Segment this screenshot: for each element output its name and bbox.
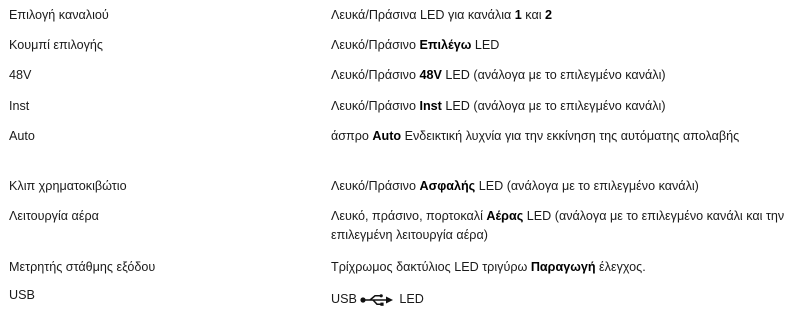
row-description: USB LED <box>331 290 791 312</box>
description-text: Λευκό/Πράσινο <box>331 99 420 113</box>
description-text: Λευκά/Πράσινα LED για κανάλια <box>331 8 515 22</box>
description-text: Τρίχρωμος δακτύλιος LED τριγύρω <box>331 260 531 274</box>
emphasis-text: Επιλέγω <box>419 38 472 52</box>
description-text: LED <box>471 38 500 52</box>
emphasis-text: Auto <box>372 129 402 143</box>
row-description: Λευκό, πράσινο, πορτοκαλί Αέρας LED (ανά… <box>331 207 791 245</box>
description-text: έλεγχος. <box>595 260 646 274</box>
row-description: Λευκό/Πράσινο Inst LED (ανάλογα με το επ… <box>331 97 791 116</box>
row-description: Λευκό/Πράσινο Ασφαλής LED (ανάλογα με το… <box>331 177 791 196</box>
description-text: USB <box>331 292 357 306</box>
row-description: Τρίχρωμος δακτύλιος LED τριγύρω Παραγωγή… <box>331 258 791 277</box>
description-text: και <box>521 8 546 22</box>
description-text: LED <box>395 292 424 306</box>
usb-icon <box>360 293 394 312</box>
description-text: LED (ανάλογα με το επιλεγμένο κανάλι) <box>475 179 699 193</box>
emphasis-text: 2 <box>545 8 553 22</box>
description-text: LED (ανάλογα με το επιλεγμένο κανάλι) <box>441 68 666 82</box>
led-indicator-table: Επιλογή καναλιού Λευκά/Πράσινα LED για κ… <box>0 0 798 316</box>
description-text: Λευκό/Πράσινο <box>331 179 420 193</box>
row-description: Λευκό/Πράσινο 48V LED (ανάλογα με το επι… <box>331 66 791 85</box>
row-label: USB <box>9 288 35 302</box>
row-label: Λειτουργία αέρα <box>9 209 99 223</box>
row-description: Λευκά/Πράσινα LED για κανάλια 1 και 2 <box>331 6 791 25</box>
row-label: Κλιπ χρηματοκιβώτιο <box>9 179 127 193</box>
row-label: 48V <box>9 68 32 82</box>
row-description: άσπρο Auto Ενδεικτική λυχνία για την εκκ… <box>331 127 791 146</box>
row-description: Λευκό/Πράσινο Επιλέγω LED <box>331 36 791 55</box>
description-text: άσπρο <box>331 129 373 143</box>
row-label: Auto <box>9 129 35 143</box>
emphasis-text: Παραγωγή <box>530 260 596 274</box>
emphasis-text: 48V <box>419 68 442 82</box>
description-text: LED (ανάλογα με το επιλεγμένο κανάλι) <box>441 99 666 113</box>
emphasis-text: Inst <box>419 99 442 113</box>
row-label: Inst <box>9 99 30 113</box>
description-text: Λευκό, πράσινο, πορτοκαλί <box>331 209 487 223</box>
description-text: Λευκό/Πράσινο <box>331 38 420 52</box>
emphasis-text: 1 <box>514 8 522 22</box>
description-text: Λευκό/Πράσινο <box>331 68 420 82</box>
description-text: Ενδεικτική λυχνία για την εκκίνηση της α… <box>401 129 740 143</box>
row-label: Κουμπί επιλογής <box>9 38 103 52</box>
emphasis-text: Αέρας <box>486 209 524 223</box>
emphasis-text: Ασφαλής <box>419 179 476 193</box>
row-label: Μετρητής στάθμης εξόδου <box>9 260 156 274</box>
row-label: Επιλογή καναλιού <box>9 8 109 22</box>
